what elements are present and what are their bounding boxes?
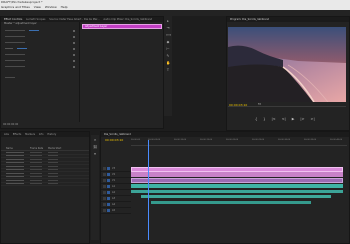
keyframe-icon[interactable]	[73, 29, 75, 32]
project-panel: Libs Effects Markers Info History Name F…	[0, 131, 90, 244]
tab-lumetri[interactable]: Lumetri Scopes	[26, 18, 45, 21]
transport-controls: { } |< <| ▶ |> >|	[252, 117, 318, 121]
tab-effect-controls[interactable]: Effect Controls	[4, 18, 22, 21]
adjustment-layer-clip[interactable]	[131, 172, 343, 177]
timeline-panel: Dia_Scrolls_ralkbrand 00:00:03:10 00:00:…	[100, 131, 350, 244]
list-item[interactable]	[1, 183, 89, 186]
tab-source[interactable]: Source: Deter Esse Albert - Dia de Mar..…	[49, 18, 99, 21]
tool-panel: ▸ ⇥ ⟺ ◆ ⊢ ✎ ✋ T	[164, 16, 172, 116]
fx-row[interactable]	[5, 65, 75, 68]
tab-effects[interactable]: Effects	[13, 133, 22, 136]
beach-sunset-image	[228, 27, 346, 103]
snap-icon[interactable]: ∩	[93, 138, 97, 142]
effect-controls-timecode: 00:00:00:00	[3, 123, 19, 126]
time-ruler[interactable]: 00:00:00 00:00:05:00 00:00:10:00 00:00:1…	[131, 138, 347, 146]
track-select-icon[interactable]: ⇥	[166, 26, 170, 30]
tab-sequence[interactable]: Dia_Scrolls_ralkbrand	[104, 133, 131, 136]
tab-libs[interactable]: Libs	[4, 133, 9, 136]
video-clip[interactable]	[131, 178, 343, 183]
tab-program[interactable]: Program: Dia_Scrolls_ralkbrand	[230, 18, 269, 21]
fx-label	[5, 35, 25, 38]
go-to-out-button[interactable]: >|	[311, 117, 315, 121]
audio-clip[interactable]	[141, 195, 331, 198]
mark-out-button[interactable]: }	[263, 117, 265, 121]
fx-label	[5, 76, 15, 79]
fx-value[interactable]	[29, 29, 39, 32]
column-frame-rate[interactable]: Frame Rate	[30, 147, 48, 150]
step-forward-button[interactable]: |>	[300, 117, 304, 121]
track-headers: V3 V2 V1 A1 A2 A3 A4 A5	[101, 166, 131, 214]
fx-row[interactable]	[5, 59, 75, 62]
menu-help[interactable]: Help	[61, 5, 68, 9]
keyframe-icon[interactable]	[73, 35, 75, 38]
menu-window[interactable]: Window	[45, 5, 57, 9]
ruler-tick: 00:00:25:00	[252, 139, 265, 141]
keyframe-icon[interactable]	[73, 65, 75, 68]
play-button[interactable]: ▶	[292, 117, 295, 121]
fx-row[interactable]	[5, 35, 75, 38]
audio-clip[interactable]	[131, 184, 343, 188]
menu-view[interactable]: View	[34, 5, 41, 9]
tab-history[interactable]: History	[47, 133, 56, 136]
program-video-frame	[228, 27, 346, 103]
audio-clip[interactable]	[131, 190, 343, 193]
step-back-button[interactable]: <|	[282, 117, 286, 121]
selection-tool-icon[interactable]: ▸	[166, 19, 170, 23]
track-header-a5[interactable]: A5	[101, 208, 131, 214]
program-scrubber[interactable]	[228, 106, 346, 107]
timeline-tabs: Dia_Scrolls_ralkbrand	[101, 132, 349, 137]
razor-icon[interactable]: ◆	[166, 40, 170, 44]
fx-label	[5, 29, 25, 32]
keyframe-icon[interactable]	[73, 47, 75, 50]
tab-markers[interactable]: Markers	[25, 133, 35, 136]
mark-in-button[interactable]: {	[255, 117, 257, 121]
go-to-in-button[interactable]: |<	[271, 117, 275, 121]
track-area[interactable]	[131, 166, 347, 216]
fx-row[interactable]	[5, 76, 75, 79]
fx-label	[5, 59, 25, 62]
keyframe-icon[interactable]	[73, 41, 75, 44]
master-label: Master * adjustment layer	[4, 22, 37, 25]
menu-graphics[interactable]: Graphics and Titles	[1, 5, 30, 9]
fx-value[interactable]	[17, 47, 27, 50]
column-name[interactable]: Name	[6, 147, 30, 150]
program-monitor-tabs: Program: Dia_Scrolls_ralkbrand	[227, 17, 349, 22]
ripple-edit-icon[interactable]: ⟺	[166, 33, 171, 37]
fx-row[interactable]	[5, 47, 75, 50]
ruler-tick: 00:00:15:00	[200, 139, 213, 141]
timeline-tool-strip: ∩ ⛓ ▾	[91, 135, 99, 240]
slip-tool-icon[interactable]: ⊢	[166, 47, 170, 51]
ruler-tick: 00:00:20:00	[226, 139, 239, 141]
fx-label	[5, 47, 13, 50]
linked-selection-icon[interactable]: ⛓	[93, 145, 97, 149]
ruler-tick: 00:00:40:00	[330, 139, 343, 141]
column-media-start[interactable]: Media Start	[48, 147, 61, 150]
effect-timeline[interactable]: Adjustment Layer	[79, 22, 163, 122]
fx-row[interactable]	[5, 29, 75, 32]
timeline-timecode: 00:00:03:10	[105, 138, 124, 142]
ruler-tick: 00:00:35:00	[304, 139, 317, 141]
adjustment-clip-bar[interactable]: Adjustment Layer	[82, 24, 162, 29]
keyframe-icon[interactable]	[73, 59, 75, 62]
type-tool-icon[interactable]: T	[166, 68, 170, 72]
ruler-tick: 00:00:00	[131, 139, 140, 141]
ruler-tick: 00:00:30:00	[278, 139, 291, 141]
audio-clip[interactable]	[151, 201, 311, 204]
effect-controls-panel: Effect Controls Lumetri Scopes Source: D…	[0, 16, 164, 129]
playhead[interactable]	[148, 140, 149, 240]
fx-row[interactable]	[5, 53, 75, 56]
add-marker-icon[interactable]: ▾	[93, 152, 97, 156]
keyframe-icon[interactable]	[73, 53, 75, 56]
ruler-tick: 00:00:10:00	[174, 139, 187, 141]
fx-row[interactable]	[5, 41, 75, 44]
fx-label	[5, 65, 25, 68]
tab-info[interactable]: Info	[39, 133, 44, 136]
pen-tool-icon[interactable]: ✎	[166, 54, 170, 58]
project-list	[1, 151, 89, 186]
fx-label	[5, 41, 25, 44]
ruler-tick: 00:00:05:00	[148, 139, 161, 141]
tab-audio-mixer[interactable]: Audio Clip Mixer: Dia_Scrolls_ralkbrand	[103, 18, 152, 21]
fx-label	[5, 53, 25, 56]
hand-tool-icon[interactable]: ✋	[166, 61, 170, 65]
